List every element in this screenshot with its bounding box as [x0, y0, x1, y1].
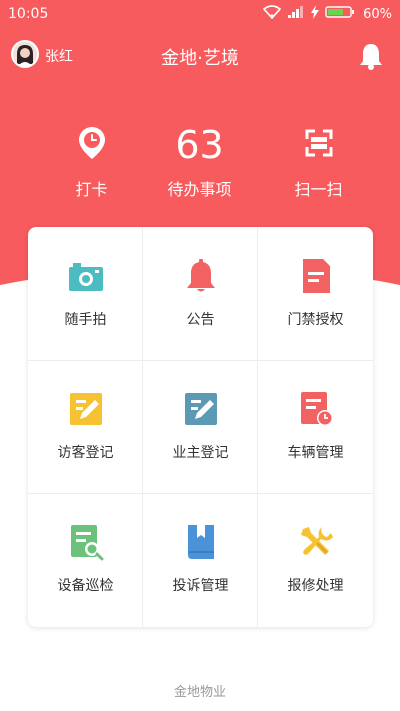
grid-item-label: 访客登记: [57, 445, 114, 461]
todo-button[interactable]: 63 待办事项: [133, 120, 266, 200]
grid-item-label: 门禁授权: [287, 312, 344, 328]
document-clock-icon: [297, 390, 335, 428]
footer-brand: 金地物业: [173, 685, 226, 700]
scan-button[interactable]: 扫一扫: [252, 120, 385, 200]
bell-icon: [182, 257, 220, 295]
quick-actions: 打卡 63 待办事项 扫一扫: [0, 120, 400, 210]
todo-count: 63: [175, 123, 224, 167]
document-icon: [297, 257, 335, 295]
status-bar: 10:05 60%: [0, 0, 400, 30]
page-title: 金地·艺境: [161, 48, 239, 69]
grid-item-repair-handling[interactable]: 报修处理: [258, 493, 373, 626]
grid-item-visitor-registration[interactable]: 访客登记: [28, 360, 143, 493]
grid-item-owner-registration[interactable]: 业主登记: [143, 360, 258, 493]
document-search-icon: [67, 523, 105, 561]
clock-pin-icon: [78, 126, 106, 164]
edit-icon: [182, 390, 220, 428]
grid-item-complaint-management[interactable]: 投诉管理: [143, 493, 258, 626]
grid-item-label: 车辆管理: [287, 445, 344, 461]
edit-icon: [67, 390, 105, 428]
status-time: 10:05: [8, 6, 49, 22]
grid-item-snapshot[interactable]: 随手拍: [28, 227, 143, 360]
top-bar: 张红 金地·艺境: [0, 36, 400, 76]
battery-icon: [325, 5, 355, 23]
grid-item-label: 报修处理: [287, 578, 344, 594]
wifi-icon: [262, 5, 282, 23]
notification-bell-icon[interactable]: [358, 42, 384, 70]
grid-item-access-control[interactable]: 门禁授权: [258, 227, 373, 360]
signal-icon: [287, 5, 305, 23]
function-grid-card: 随手拍 公告 门禁授权 访客登记 业主登记 车辆管理 设备巡检 投诉管理 报修处…: [28, 227, 373, 627]
todo-label: 待办事项: [167, 180, 232, 199]
grid-item-vehicle-management[interactable]: 车辆管理: [258, 360, 373, 493]
grid-item-equipment-inspection[interactable]: 设备巡检: [28, 493, 143, 626]
charging-icon: [311, 5, 320, 23]
grid-item-label: 随手拍: [64, 312, 107, 328]
wrench-screwdriver-icon: [297, 523, 335, 561]
grid-item-label: 设备巡检: [57, 578, 114, 594]
battery-percent: 60%: [363, 6, 392, 22]
camera-icon: [67, 257, 105, 295]
book-icon: [182, 523, 220, 561]
grid-item-label: 公告: [186, 312, 215, 328]
grid-item-label: 业主登记: [172, 445, 229, 461]
grid-item-label: 投诉管理: [172, 578, 229, 594]
grid-item-announcement[interactable]: 公告: [143, 227, 258, 360]
scan-label: 扫一扫: [294, 180, 343, 199]
scan-icon: [304, 128, 334, 162]
